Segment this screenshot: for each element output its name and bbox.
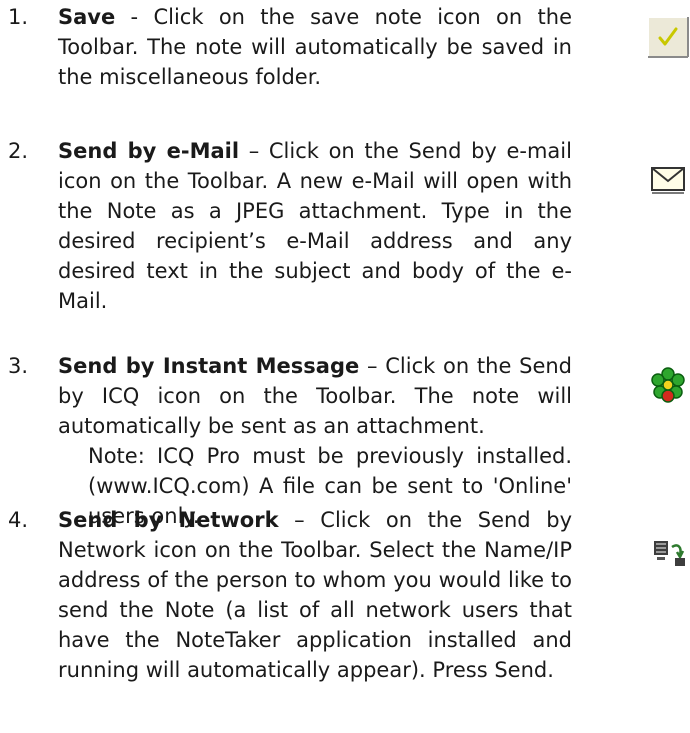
item-text: Send by Instant Message – Click on the S… xyxy=(58,351,572,531)
item-number: 1. xyxy=(8,5,29,29)
network-send-icon xyxy=(646,529,690,573)
item-title: Send by e-Mail xyxy=(58,139,240,163)
item-title: Send by Instant Message xyxy=(58,354,360,378)
item-separator: - xyxy=(115,5,154,29)
item-text: Save - Click on the save note icon on th… xyxy=(58,2,572,92)
item-text: Send by e-Mail – Click on the Send by e-… xyxy=(58,136,572,316)
item-body: Click on the Send by Network icon on the… xyxy=(58,508,573,682)
item-title: Save xyxy=(58,5,116,29)
item-body: Click on the Send by e-mail icon on the … xyxy=(58,139,572,313)
item-separator: – xyxy=(278,508,321,532)
save-check-icon xyxy=(646,15,690,59)
item-number: 2. xyxy=(8,139,29,163)
item-separator: – xyxy=(239,139,269,163)
item-number: 4. xyxy=(8,508,29,532)
envelope-icon xyxy=(646,156,690,200)
item-number: 3. xyxy=(8,354,29,378)
icq-flower-icon xyxy=(646,363,690,407)
item-title: Send by Network xyxy=(58,508,279,532)
item-separator: – xyxy=(359,354,386,378)
item-text: Send by Network – Click on the Send by N… xyxy=(58,505,572,685)
